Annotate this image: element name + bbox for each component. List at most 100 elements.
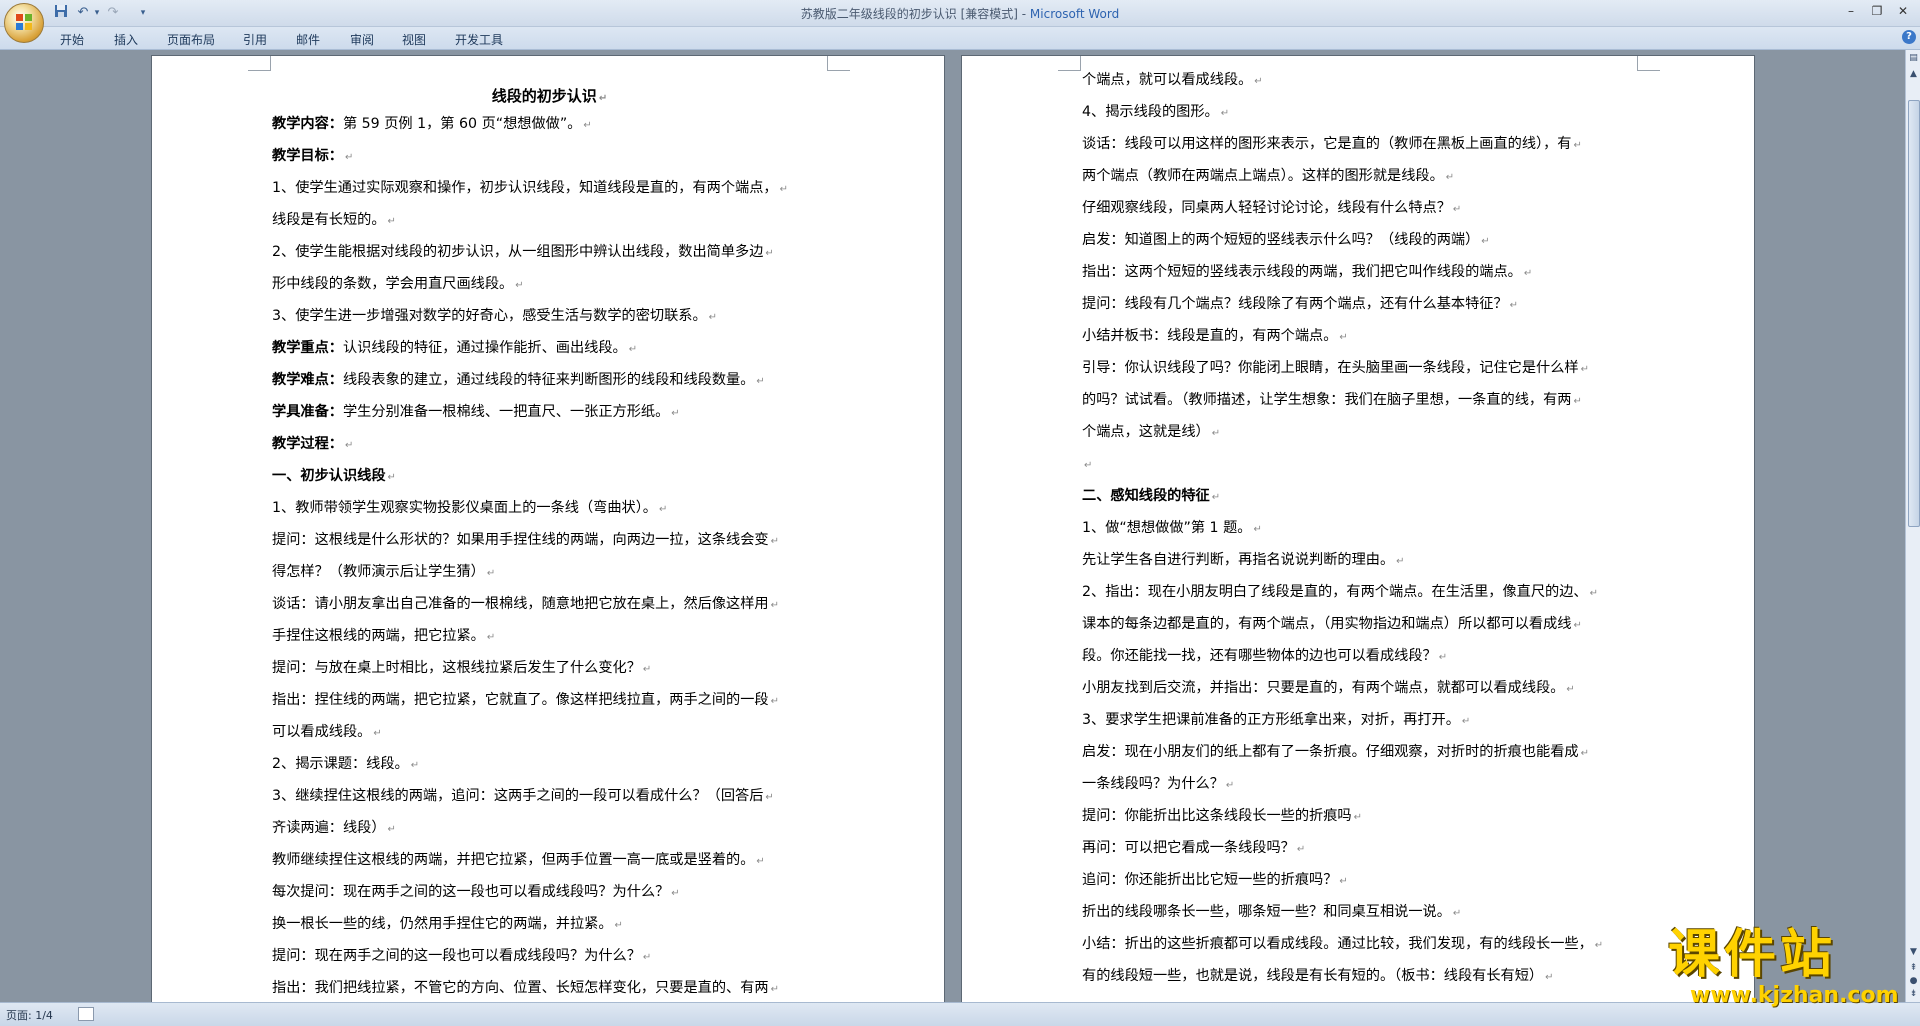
document-page-2[interactable]: 个端点，就可以看成线段。 ↵ 4、揭示线段的图形。 ↵ 谈话：线段可以用这样的图形来表示… <box>961 55 1755 1002</box>
paragraph-mark-icon: ↵ <box>1461 716 1471 727</box>
text-line: 一条线段吗？为什么？ ↵ <box>1082 769 1637 801</box>
close-icon[interactable]: ✕ <box>1890 2 1916 20</box>
text-line: 教学重点：认识线段的特征，通过操作能折、画出线段。 ↵ <box>272 333 827 365</box>
paragraph-mark-icon: ↵ <box>765 248 774 259</box>
line-text: 得怎样？（教师演示后让学生猜） <box>272 564 485 580</box>
line-text: 小朋友找到后交流，并指出：只要是直的，有两个端点，就都可以看成线段。 <box>1082 680 1565 696</box>
bold-heading: 一、初步认识线段 <box>272 468 386 484</box>
text-line: 提问：现在两手之间的这一段也可以看成线段吗？为什么？ ↵ <box>272 941 827 973</box>
bold-heading: 学具准备： <box>272 404 343 420</box>
line-text: 3、要求学生把课前准备的正方形纸拿出来，对折，再打开。 <box>1082 712 1460 728</box>
paragraph-mark-icon: ↵ <box>1220 108 1230 119</box>
page-count-status[interactable]: 页面: 1/4 <box>6 1007 53 1023</box>
tab-developer[interactable]: 开发工具 <box>455 31 503 48</box>
document-page-1[interactable]: 线段的初步认识 ↵ 教学内容：第 59 页例 1，第 60 页“想想做做”。 ↵ 教学… <box>151 55 945 1002</box>
margin-corner-mark <box>1058 56 1081 71</box>
bold-heading: 教学过程： <box>272 436 343 452</box>
paragraph-mark-icon: ↵ <box>598 93 608 104</box>
line-text: 线段表象的建立，通过线段的特征来判断图形的线段和线段数量。 <box>342 372 755 388</box>
line-text: 启发：现在小朋友们的纸上都有了一条折痕。仔细观察，对折时的折痕也能看成 <box>1082 744 1579 760</box>
text-line: 学具准备：学生分别准备一根棉线、一把直尺、一张正方形纸。 ↵ <box>272 397 827 429</box>
tab-review[interactable]: 审阅 <box>350 31 374 48</box>
browse-object-icon[interactable]: ● <box>1907 975 1920 988</box>
office-button[interactable] <box>4 3 44 43</box>
margin-corner-mark <box>1637 56 1660 71</box>
paragraph-mark-icon: ↵ <box>515 280 524 291</box>
tab-view[interactable]: 视图 <box>402 31 426 48</box>
scroll-up-icon[interactable]: ▲ <box>1907 68 1920 81</box>
text-line: 2、指出：现在小朋友明白了线段是直的，有两个端点。在生活里，像直尺的边、 ↵ <box>1082 577 1637 609</box>
text-line: 每次提问：现在两手之间的这一段也可以看成线段吗？为什么？ ↵ <box>272 877 827 909</box>
margin-corner-mark <box>248 56 271 71</box>
tab-home[interactable]: 开始 <box>60 31 84 48</box>
page-2-lines: 个端点，就可以看成线段。 ↵ 4、揭示线段的图形。 ↵ 谈话：线段可以用这样的图形来表示… <box>1082 65 1637 1002</box>
proofing-status-icon[interactable] <box>78 1007 94 1021</box>
paragraph-mark-icon: ↵ <box>1339 876 1348 887</box>
line-text: 认识线段的特征，通过操作能折、画出线段。 <box>342 340 627 356</box>
text-line: 齐读两遍：线段） ↵ <box>272 813 827 845</box>
document-workspace: 线段的初步认识 ↵ 教学内容：第 59 页例 1，第 60 页“想想做做”。 ↵ 教学… <box>0 50 1905 1002</box>
paragraph-mark-icon: ↵ <box>779 184 788 195</box>
text-line: 一、初步认识线段 ↵ <box>272 461 827 493</box>
paragraph-mark-icon: ↵ <box>1545 972 1554 983</box>
tab-mailings[interactable]: 邮件 <box>296 31 320 48</box>
text-line: 1、教师带领学生观察实物投影仪桌面上的一条线（弯曲状）。 ↵ <box>272 493 827 525</box>
paragraph-mark-icon: ↵ <box>628 344 638 355</box>
help-icon[interactable]: ? <box>1902 30 1916 44</box>
text-line: 指出：我们把线拉紧，不管它的方向、位置、长短怎样变化，只要是直的、有两 ↵ <box>272 973 827 1002</box>
line-text: 2、指出：现在小朋友明白了线段是直的，有两个端点。在生活里，像直尺的边、 <box>1082 584 1588 600</box>
line-text: 课本的每条边都是直的，有两个端点，（用实物指边和端点）所以都可以看成线 <box>1082 616 1572 632</box>
margin-corner-mark <box>827 56 850 71</box>
bold-heading: 教学目标： <box>272 148 343 164</box>
line-text: 手捏住这根线的两端，把它拉紧。 <box>272 628 485 644</box>
line-text: 1、教师带领学生观察实物投影仪桌面上的一条线（弯曲状）。 <box>272 500 657 516</box>
tab-references[interactable]: 引用 <box>243 31 267 48</box>
line-text: 再问：可以把它看成一条线段吗？ <box>1082 840 1295 856</box>
paragraph-mark-icon: ↵ <box>1084 460 1093 471</box>
text-line: 有的线段短一些，也就是说，线段是有长有短的。（板书：线段有长有短） ↵ <box>1082 961 1637 993</box>
bold-heading: 二、感知线段的特征 <box>1082 488 1210 504</box>
watermark-logo-text: 课件站 <box>1668 925 1837 985</box>
paragraph-mark-icon: ↵ <box>1566 684 1575 695</box>
paragraph-mark-icon: ↵ <box>1523 268 1533 279</box>
line-text: 仔细观察线段，同桌两人轻轻讨论讨论，线段有什么特点？ <box>1082 200 1451 216</box>
site-watermark: 课件站 www.kjzhan.com <box>1668 925 1908 1008</box>
text-line: 启发：知道图上的两个短短的竖线表示什么吗？（线段的两端） ↵ <box>1082 225 1637 257</box>
paragraph-mark-icon: ↵ <box>387 824 396 835</box>
status-bar: 页面: 1/4 <box>0 1002 1920 1026</box>
window-title-app: Microsoft Word <box>1029 7 1120 21</box>
scroll-down-icon[interactable]: ▼ <box>1907 946 1920 959</box>
previous-page-icon[interactable]: ⇞ <box>1907 962 1920 975</box>
document-title: 线段的初步认识 ↵ <box>272 83 827 109</box>
text-line: ↵ <box>1082 993 1637 1002</box>
paragraph-mark-icon: ↵ <box>671 408 680 419</box>
ruler-toggle-icon[interactable]: ▤ <box>1907 52 1920 65</box>
paragraph-mark-icon: ↵ <box>344 152 354 163</box>
text-line: 两个端点（教师在两端点上端点）。这样的图形就是线段。 ↵ <box>1082 161 1637 193</box>
line-text: 提问：线段有几个端点？线段除了有两个端点，还有什么基本特征？ <box>1082 296 1508 312</box>
text-line: 3、继续捏住这根线的两端，追问：这两手之间的一段可以看成什么？（回答后 ↵ <box>272 781 827 813</box>
paragraph-mark-icon: ↵ <box>756 376 765 387</box>
text-line: 小结：折出的这些折痕都可以看成线段。通过比较，我们发现，有的线段长一些， ↵ <box>1082 929 1637 961</box>
line-text: 4、揭示线段的图形。 <box>1082 104 1219 120</box>
paragraph-mark-icon: ↵ <box>1573 396 1582 407</box>
line-text: 每次提问：现在两手之间的这一段也可以看成线段吗？为什么？ <box>272 884 670 900</box>
line-text: 2、使学生能根据对线段的初步认识，从一组图形中辨认出线段，数出简单多边 <box>272 244 764 260</box>
tab-page-layout[interactable]: 页面布局 <box>167 31 215 48</box>
next-page-icon[interactable]: ⇟ <box>1907 988 1920 1001</box>
line-text: 个端点，就可以看成线段。 <box>1082 72 1253 88</box>
scrollbar-thumb[interactable] <box>1908 100 1920 527</box>
line-text: 换一根长一些的线，仍然用手捏住它的两端，并拉紧。 <box>272 916 613 932</box>
line-text: 小结：折出的这些折痕都可以看成线段。通过比较，我们发现，有的线段长一些， <box>1082 936 1593 952</box>
text-line: 个端点，这就是线） ↵ <box>1082 417 1637 449</box>
tab-insert[interactable]: 插入 <box>114 31 138 48</box>
ribbon-tabs: 开始 插入 页面布局 引用 邮件 审阅 视图 开发工具 ? <box>0 27 1920 50</box>
paragraph-mark-icon: ↵ <box>1211 428 1221 439</box>
minimize-icon[interactable]: – <box>1838 2 1864 20</box>
paragraph-mark-icon: ↵ <box>770 984 779 995</box>
restore-icon[interactable]: ❐ <box>1864 2 1890 20</box>
paragraph-mark-icon: ↵ <box>1438 652 1448 663</box>
vertical-scrollbar[interactable]: ▤ ▲ ▼ ⇞ ● ⇟ <box>1905 50 1920 1002</box>
title-bar: ↶ ▾ ↷ ▾ 苏教版二年级线段的初步认识 [兼容模式] - Microsoft… <box>0 0 1920 43</box>
paragraph-mark-icon: ↵ <box>1225 780 1235 791</box>
